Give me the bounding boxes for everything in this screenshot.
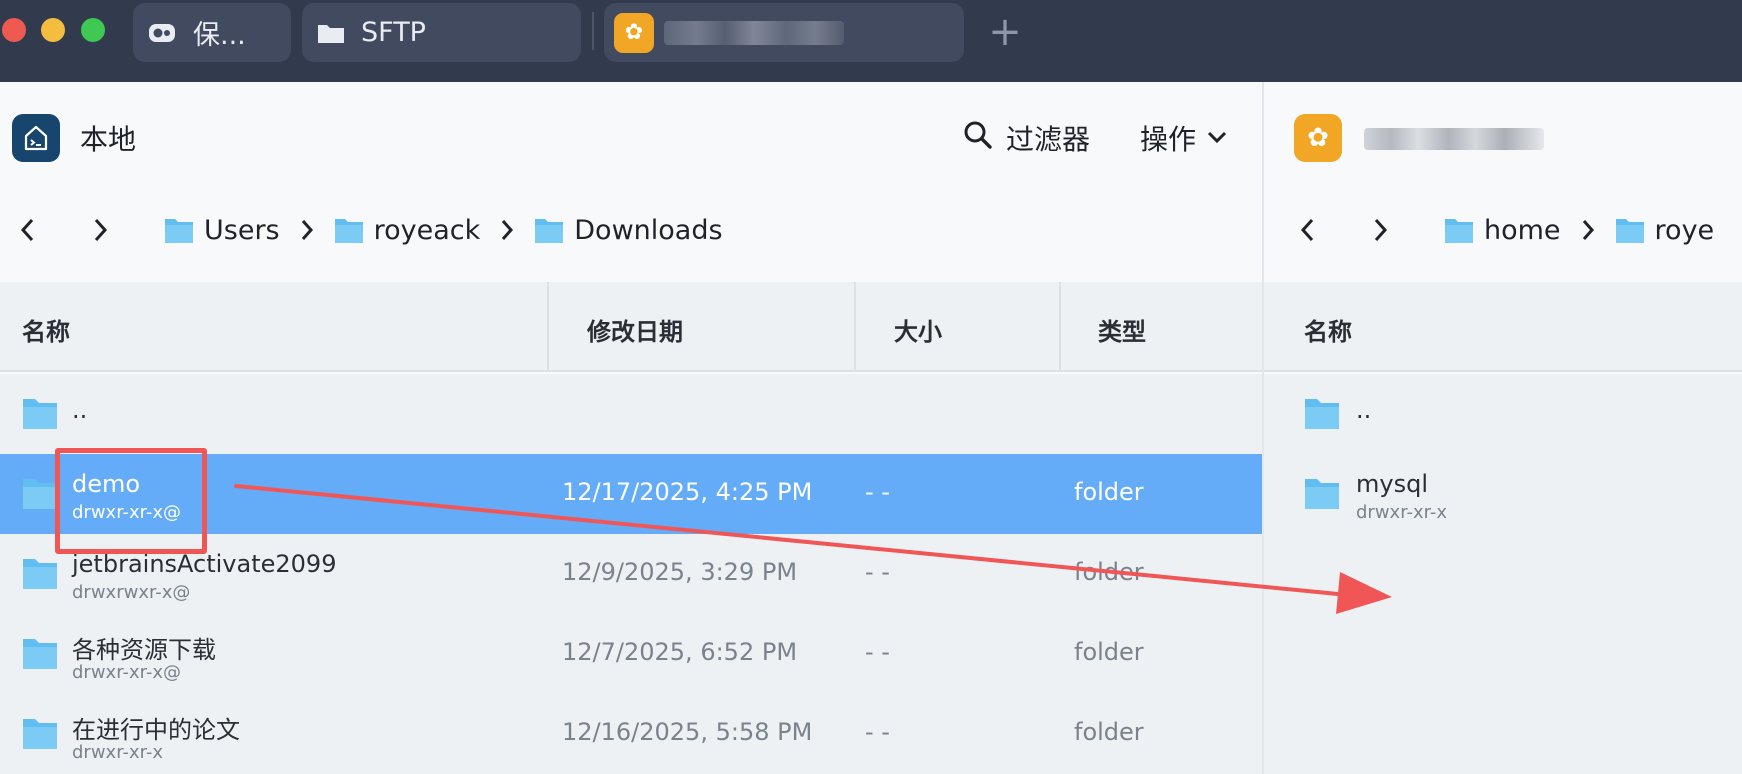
file-permissions: drwxr-xr-x (72, 742, 163, 763)
filter-label: 过滤器 (1006, 123, 1091, 156)
file-name: .. (1356, 396, 1372, 424)
breadcrumb-royeack[interactable]: royeack (334, 215, 480, 246)
gear-flower-icon: ✿ (614, 12, 654, 53)
chevron-down-icon (1206, 122, 1228, 155)
folder-icon (334, 219, 363, 243)
back-button[interactable] (1290, 212, 1326, 248)
file-type: folder (1074, 478, 1144, 506)
file-date: 12/9/2025, 3:29 PM (562, 558, 798, 586)
local-title: 本地 (80, 123, 137, 156)
actions-label: 操作 (1140, 123, 1197, 156)
table-row[interactable]: 各种资源下载 drwxr-xr-x@ 12/7/2025, 6:52 PM - … (0, 614, 1262, 694)
back-button[interactable] (10, 212, 46, 248)
table-row[interactable]: mysql drwxr-xr-x (1264, 454, 1742, 534)
folder-icon (23, 639, 57, 669)
redacted-remote-host (1364, 128, 1544, 150)
file-name: 在进行中的论文 (72, 716, 240, 744)
file-size: - - (865, 638, 890, 666)
column-name-header[interactable]: 名称 (22, 312, 70, 347)
table-row[interactable]: 在进行中的论文 drwxr-xr-x 12/16/2025, 5:58 PM -… (0, 694, 1262, 774)
column-type-header[interactable]: 类型 (1098, 312, 1146, 347)
tab-sftp[interactable]: SFTP (302, 3, 581, 62)
gamepad-icon (147, 18, 177, 48)
local-breadcrumb: Users royeack Downloads (0, 200, 723, 260)
tab-divider (592, 12, 594, 50)
remote-pane: ✿ home roye 名称 .. mysql drwxr-xr-x (1262, 82, 1742, 774)
gear-flower-icon: ✿ (1294, 114, 1342, 162)
file-type: folder (1074, 718, 1144, 746)
column-date-header[interactable]: 修改日期 (587, 312, 683, 347)
column-resize-handle[interactable] (1059, 282, 1061, 372)
local-pane: 本地 过滤器 操作 Users royeack Downloads 名称 修改日… (0, 82, 1262, 774)
tab-host-1[interactable]: 保... (133, 3, 291, 62)
file-name: .. (72, 396, 88, 424)
chevron-right-icon (494, 217, 520, 243)
folder-icon (23, 479, 57, 509)
file-date: 12/17/2025, 4:25 PM (562, 478, 813, 506)
table-row-parent[interactable]: .. (1264, 374, 1742, 454)
maximize-window-button[interactable] (81, 18, 105, 42)
remote-table-header: 名称 (1264, 282, 1742, 372)
file-permissions: drwxrwxr-x@ (72, 582, 191, 603)
file-size: - - (865, 478, 890, 506)
chevron-right-icon (294, 217, 320, 243)
forward-button[interactable] (1362, 212, 1398, 248)
folder-icon (1445, 219, 1473, 243)
column-resize-handle[interactable] (854, 282, 856, 372)
folder-icon (23, 559, 57, 589)
breadcrumb-users[interactable]: Users (164, 215, 280, 246)
search-icon (962, 119, 994, 158)
column-name-header[interactable]: 名称 (1304, 312, 1352, 347)
folder-icon (1305, 399, 1339, 429)
folder-icon (165, 219, 193, 243)
filter-button[interactable]: 过滤器 (962, 118, 1090, 158)
folder-icon (23, 399, 57, 429)
file-name: jetbrainsActivate2099 (72, 550, 337, 578)
folder-icon (316, 18, 346, 48)
remote-breadcrumb: home roye (1290, 200, 1714, 260)
file-permissions: drwxr-xr-x@ (72, 662, 181, 683)
tab-label: 保... (193, 20, 246, 51)
forward-button[interactable] (82, 212, 118, 248)
file-type: folder (1074, 638, 1144, 666)
file-name: 各种资源下载 (72, 636, 216, 664)
folder-icon (535, 219, 564, 243)
minimize-window-button[interactable] (41, 18, 65, 42)
file-date: 12/16/2025, 5:58 PM (562, 718, 813, 746)
local-table-header: 名称 修改日期 大小 类型 (0, 282, 1262, 372)
file-type: folder (1074, 558, 1144, 586)
highlight-box-annotation (55, 448, 207, 554)
folder-icon (1615, 219, 1644, 243)
actions-dropdown[interactable]: 操作 (1140, 118, 1228, 158)
file-size: - - (865, 558, 890, 586)
redacted-host-name (664, 21, 844, 45)
column-resize-handle[interactable] (547, 282, 549, 372)
add-tab-button[interactable]: + (988, 12, 1022, 52)
tab-label: SFTP (361, 17, 426, 48)
file-permissions: drwxr-xr-x (1356, 502, 1447, 523)
local-file-list: .. demo drwxr-xr-x@ 12/17/2025, 4:25 PM … (0, 374, 1262, 774)
column-size-header[interactable]: 大小 (894, 312, 942, 347)
title-bar: 保... SFTP ✿ + (0, 0, 1742, 82)
chevron-right-icon (1575, 217, 1601, 243)
file-size: - - (865, 718, 890, 746)
breadcrumb-home[interactable]: home (1444, 215, 1561, 246)
remote-file-list: .. mysql drwxr-xr-x (1264, 374, 1742, 774)
breadcrumb-roye[interactable]: roye (1615, 215, 1714, 246)
table-row-parent[interactable]: .. (0, 374, 1262, 454)
file-name: mysql (1356, 470, 1428, 498)
sftp-app-window: 保... SFTP ✿ + 本地 过滤器 操作 Users royeack Do… (0, 0, 1742, 774)
breadcrumb-downloads[interactable]: Downloads (534, 215, 723, 246)
close-window-button[interactable] (2, 18, 26, 42)
file-date: 12/7/2025, 6:52 PM (562, 638, 798, 666)
terminal-home-icon (12, 114, 60, 162)
tab-host-remote[interactable]: ✿ (604, 3, 964, 62)
folder-icon (1305, 479, 1339, 509)
folder-icon (23, 719, 57, 749)
